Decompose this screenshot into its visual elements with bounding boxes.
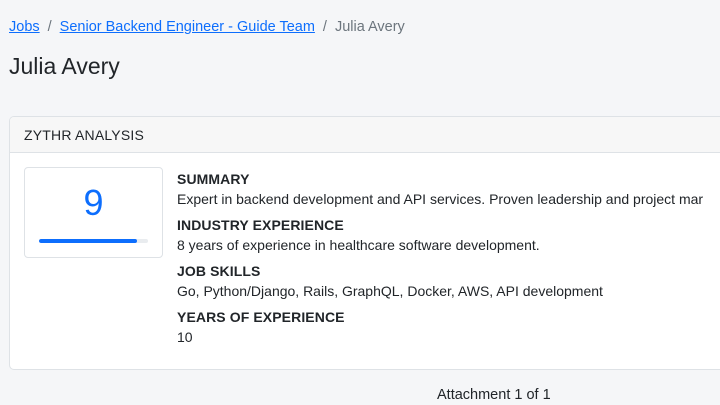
breadcrumb-jobs-link[interactable]: Jobs xyxy=(9,19,40,35)
years-of-experience-section: YEARS OF EXPERIENCE 10 xyxy=(177,309,703,346)
section-heading: JOB SKILLS xyxy=(177,263,261,279)
section-heading: SUMMARY xyxy=(177,171,250,187)
section-text: Expert in backend development and API se… xyxy=(177,191,704,207)
section-heading: YEARS OF EXPERIENCE xyxy=(177,309,345,325)
score-progress-fill xyxy=(39,239,138,243)
breadcrumb-current: Julia Avery xyxy=(334,19,405,35)
breadcrumb-separator: / xyxy=(47,19,52,35)
score-value: 9 xyxy=(83,182,104,223)
score-box: 9 xyxy=(24,167,163,258)
section-text: 8 years of experience in healthcare soft… xyxy=(177,237,540,253)
analysis-card-header: ZYTHR ANALYSIS xyxy=(10,117,720,153)
attachment-counter: Attachment 1 of 1 xyxy=(437,387,551,403)
industry-experience-section: INDUSTRY EXPERIENCE 8 years of experienc… xyxy=(177,217,703,254)
page-title: Julia Avery xyxy=(9,53,120,79)
section-text: 10 xyxy=(177,329,193,345)
summary-section: SUMMARY Expert in backend development an… xyxy=(177,171,703,208)
analysis-details: SUMMARY Expert in backend development an… xyxy=(177,171,703,355)
section-text: Go, Python/Django, Rails, GraphQL, Docke… xyxy=(177,283,603,299)
breadcrumb-separator: / xyxy=(322,19,327,35)
job-skills-section: JOB SKILLS Go, Python/Django, Rails, Gra… xyxy=(177,263,703,300)
analysis-card: ZYTHR ANALYSIS 9 SUMMARY Expert in backe… xyxy=(9,116,720,370)
section-heading: INDUSTRY EXPERIENCE xyxy=(177,217,344,233)
score-progress-bar xyxy=(39,239,148,243)
breadcrumb: Jobs / Senior Backend Engineer - Guide T… xyxy=(9,19,405,35)
breadcrumb-job-link[interactable]: Senior Backend Engineer - Guide Team xyxy=(60,19,315,35)
